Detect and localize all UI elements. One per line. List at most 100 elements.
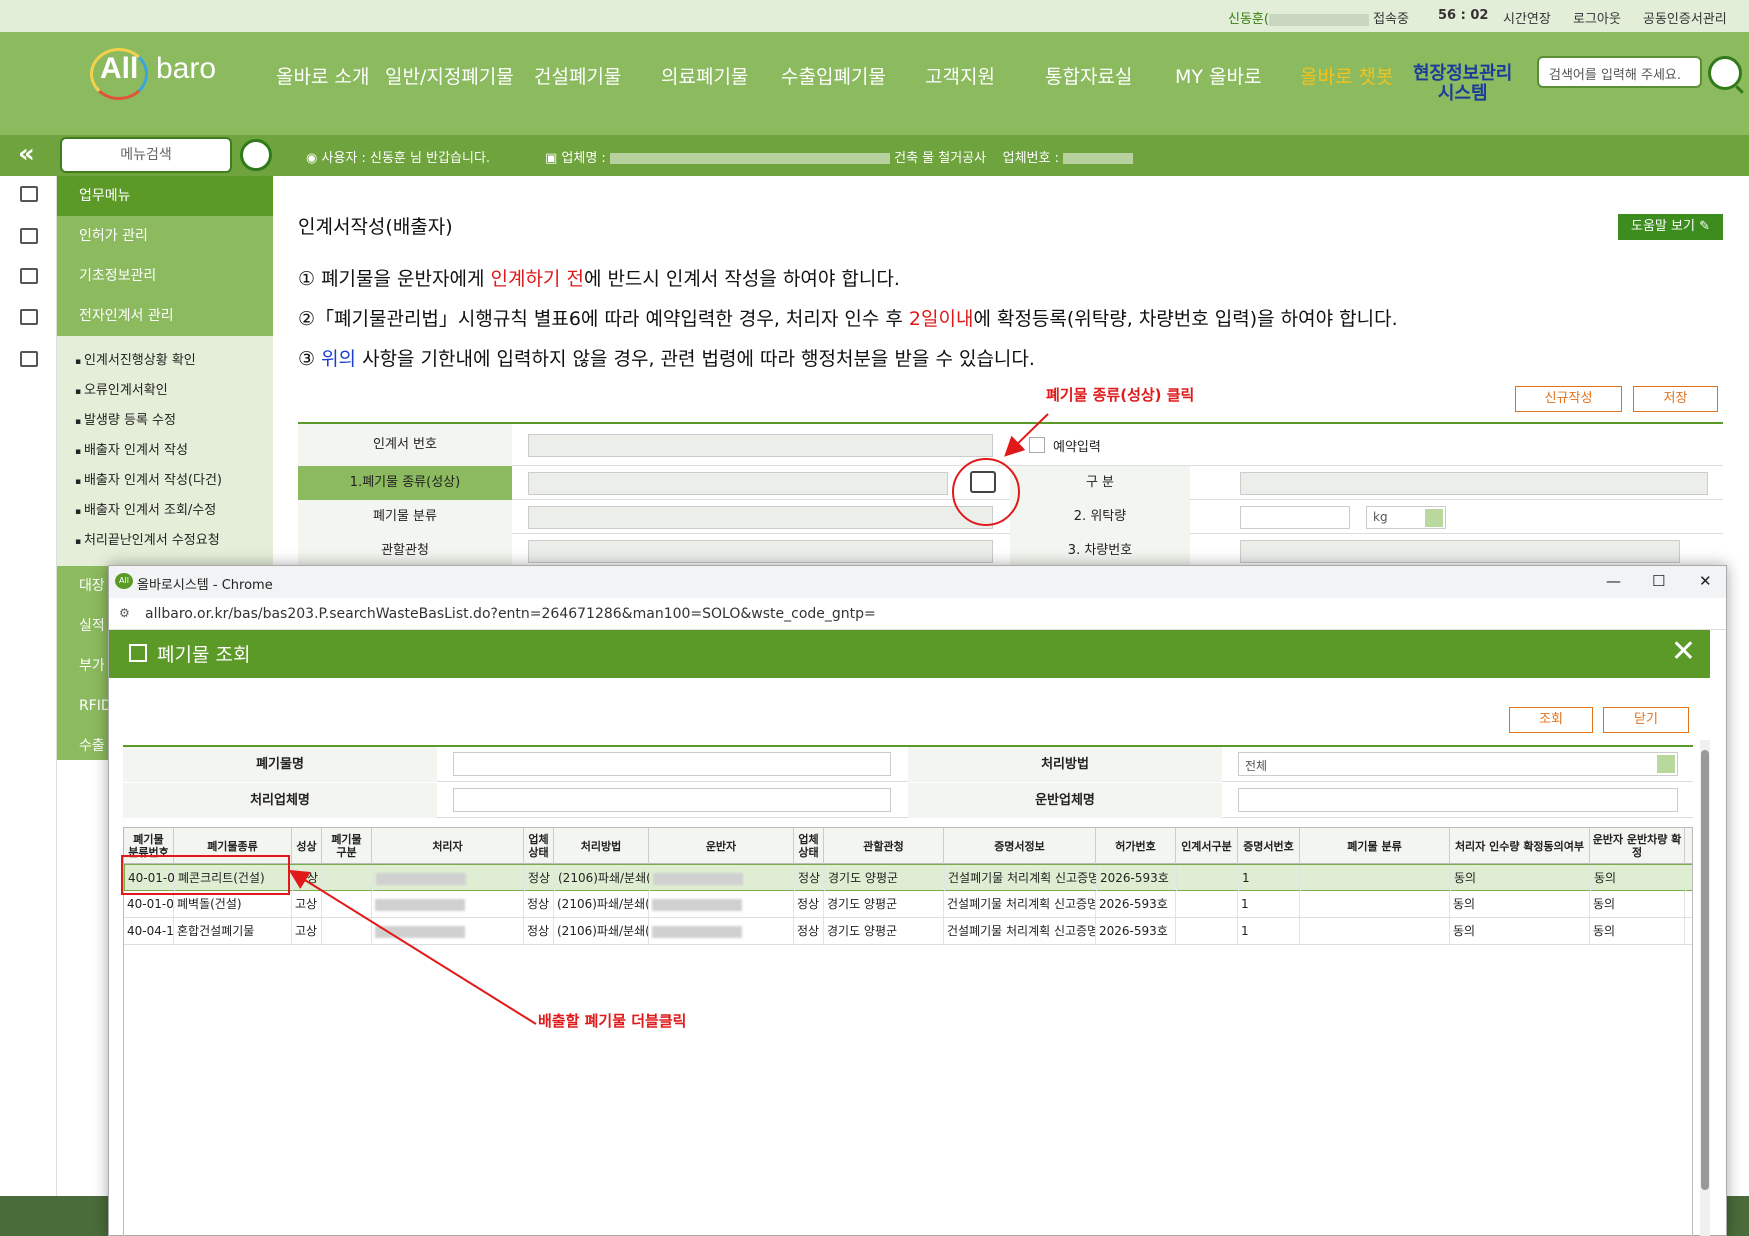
cell-trans-status: 정상 [795,865,825,891]
submenu-write[interactable]: 배출자 인계서 작성 [57,436,273,466]
contact-icon[interactable] [20,186,38,202]
extend-time-link[interactable]: 시간연장 [1503,8,1551,27]
waste-search-panel: 폐기물 조회 ✕ 조회 닫기 폐기물명 처리방법 전체 처리업체명 운반업체명 … [109,630,1710,1236]
reserve-checkbox[interactable] [1029,437,1045,453]
notice-3: ③ 위의 사항을 기한내에 입력하지 않을 경우, 관련 법령에 따라 행정처분… [298,348,1035,370]
search-button[interactable]: 조회 [1509,707,1593,733]
table-row[interactable]: 40-01-03폐벽돌(건설)고상정상(2106)파쇄/분쇄(위정상경기도 양평… [124,891,1692,918]
grid-header-col-proc-agree: 처리자 인수량 확정동의여부 [1450,828,1590,864]
popup-scrollbar[interactable] [1700,740,1710,1236]
nav-general-waste[interactable]: 일반/지정폐기물 [385,62,514,92]
collapse-menu-icon[interactable]: « [18,139,35,169]
nav-site-system[interactable]: 현장정보관리 시스템 [1413,64,1512,104]
nav-data-room[interactable]: 통합자료실 [1045,62,1132,92]
cert-link[interactable]: 공동인증서관리 [1643,8,1727,27]
gubun-label: 구 분 [1010,466,1190,500]
nav-intro[interactable]: 올바로 소개 [276,62,369,92]
handover-no-label: 인계서 번호 [298,424,512,466]
cell-office: 경기도 양평군 [825,865,945,891]
sidebar-item-license[interactable]: 인허가 관리 [57,216,273,256]
logout-link[interactable]: 로그아웃 [1573,8,1621,27]
grid-header-col-office: 관할관청 [824,828,944,864]
save-button[interactable]: 저장 [1633,386,1718,412]
sidebar-item-e-handover[interactable]: 전자인계서 관리 [57,296,273,336]
nav-construction-waste[interactable]: 건설폐기물 [534,62,621,92]
search-icon[interactable] [1708,56,1742,90]
cell-class [1301,865,1451,891]
notice-2: ②「폐기물관리법」시행규칙 별표6에 따라 예약입력한 경우, 처리자 인수 후… [298,308,1398,330]
cell-state: 고상 [292,918,322,944]
cond-row-1: 폐기물명 처리방법 전체 [123,747,1693,782]
submenu-fix-request[interactable]: 처리끝난인계서 수정요청 [57,526,273,556]
menu-search-input[interactable]: 메뉴검색 [60,137,232,173]
submenu-error[interactable]: 오류인계서확인 [57,376,273,406]
unit-select[interactable]: kg [1366,506,1446,529]
help-button[interactable]: 도움말 보기 ✎ [1618,214,1723,240]
window-close-icon[interactable]: ✕ [1699,572,1712,590]
waste-kind-label: 1.폐기물 종류(성상) [298,466,512,500]
screen-icon[interactable] [20,351,38,367]
menu-search-icon[interactable] [240,139,272,171]
submenu-progress[interactable]: 인계서진행상황 확인 [57,346,273,376]
table-row[interactable]: 40-01-01폐콘크리트(건설)고상정상(2106)파쇄/분쇄(위정상경기도 … [124,864,1692,891]
cell-permit: 2026-593호 [1097,865,1177,891]
cell-trans-agree: 동의 [1591,865,1686,891]
sidebar-item-basic-info[interactable]: 기초정보관리 [57,256,273,296]
global-search-input[interactable]: 검색어를 입력해 주세요. [1537,56,1702,88]
monitor-icon[interactable] [20,228,38,244]
nav-chatbot[interactable]: 올바로 챗봇 [1300,62,1393,92]
proc-company-input[interactable] [453,788,891,812]
site-info-icon[interactable]: ⚙ [119,606,130,620]
close-button[interactable]: 닫기 [1603,707,1689,733]
panel-close-icon[interactable]: ✕ [1671,634,1696,669]
cell-handover-type [1176,918,1238,944]
waste-name-input[interactable] [453,752,891,776]
highlight-box [121,855,290,895]
cell-gubun [322,918,372,944]
url-text[interactable]: allbaro.or.kr/bas/bas203.P.searchWasteBa… [145,606,876,622]
cell-proc-agree: 동의 [1450,891,1590,917]
logged-user: 신동훈( 접속중 [1228,12,1409,27]
highlight-circle [952,458,1020,526]
annotation-double-click: 배출할 폐기물 더블클릭 [538,1012,687,1030]
grid-header-col-processor: 처리자 [372,828,524,864]
sidebar-submenu: 인계서진행상황 확인 오류인계서확인 발생량 등록 수정 배출자 인계서 작성 … [57,336,273,566]
panel-title: 폐기물 조회 [157,644,251,666]
nav-support[interactable]: 고객지원 [925,62,995,92]
minimize-icon[interactable]: — [1606,572,1621,590]
scrollbar-thumb[interactable] [1701,750,1709,1190]
nav-medical-waste[interactable]: 의료폐기물 [661,62,748,92]
nav-import-export-waste[interactable]: 수출입폐기물 [781,62,886,92]
amount-input[interactable] [1240,506,1350,529]
car-input [1240,540,1680,563]
proc-company-label: 처리업체명 [123,783,437,818]
cell-transporter [650,865,795,891]
trans-company-input[interactable] [1238,788,1678,812]
chrome-titlebar: All 올바로시스템 - Chrome — ☐ ✕ [109,566,1726,598]
cell-method: (2106)파쇄/분쇄(위 [554,918,649,944]
new-button[interactable]: 신규작성 [1515,386,1622,412]
table-row[interactable]: 40-04-14혼합건설폐기물고상정상(2106)파쇄/분쇄(위정상경기도 양평… [124,918,1692,945]
maximize-icon[interactable]: ☐ [1652,572,1665,590]
settings-icon[interactable] [20,268,38,284]
waste-grid: 폐기물 분류번호 폐기물종류 성상 폐기물 구분 처리자 업체 상태 처리방법 운반자 업체 상… [123,827,1693,1236]
cell-transporter [649,891,794,917]
cell-office: 경기도 양평군 [824,918,944,944]
cell-state: 고상 [293,865,323,891]
folder-icon[interactable] [20,309,38,325]
submenu-query[interactable]: 배출자 인계서 조회/수정 [57,496,273,526]
cell-trans-status: 정상 [794,891,824,917]
handover-form: 인계서 번호 예약입력 * 1.폐기물 종류(성상) 구 분 폐기물 분류 2.… [298,422,1723,568]
submenu-write-multi[interactable]: 배출자 인계서 작성(다건) [57,466,273,496]
cell-proc-agree: 동의 [1451,865,1591,891]
waste-kind-input [528,472,948,495]
redacted-text [376,872,466,885]
method-select[interactable]: 전체 [1238,752,1678,776]
cell-trans-agree: 동의 [1590,918,1685,944]
nav-my-allbaro[interactable]: MY 올바로 [1175,62,1261,92]
cell-permit: 2026-593호 [1096,918,1176,944]
allbaro-logo[interactable]: All baro [90,48,240,100]
sidebar-head: 업무메뉴 [57,176,273,216]
submenu-amount[interactable]: 발생량 등록 수정 [57,406,273,436]
cell-state: 고상 [292,891,322,917]
